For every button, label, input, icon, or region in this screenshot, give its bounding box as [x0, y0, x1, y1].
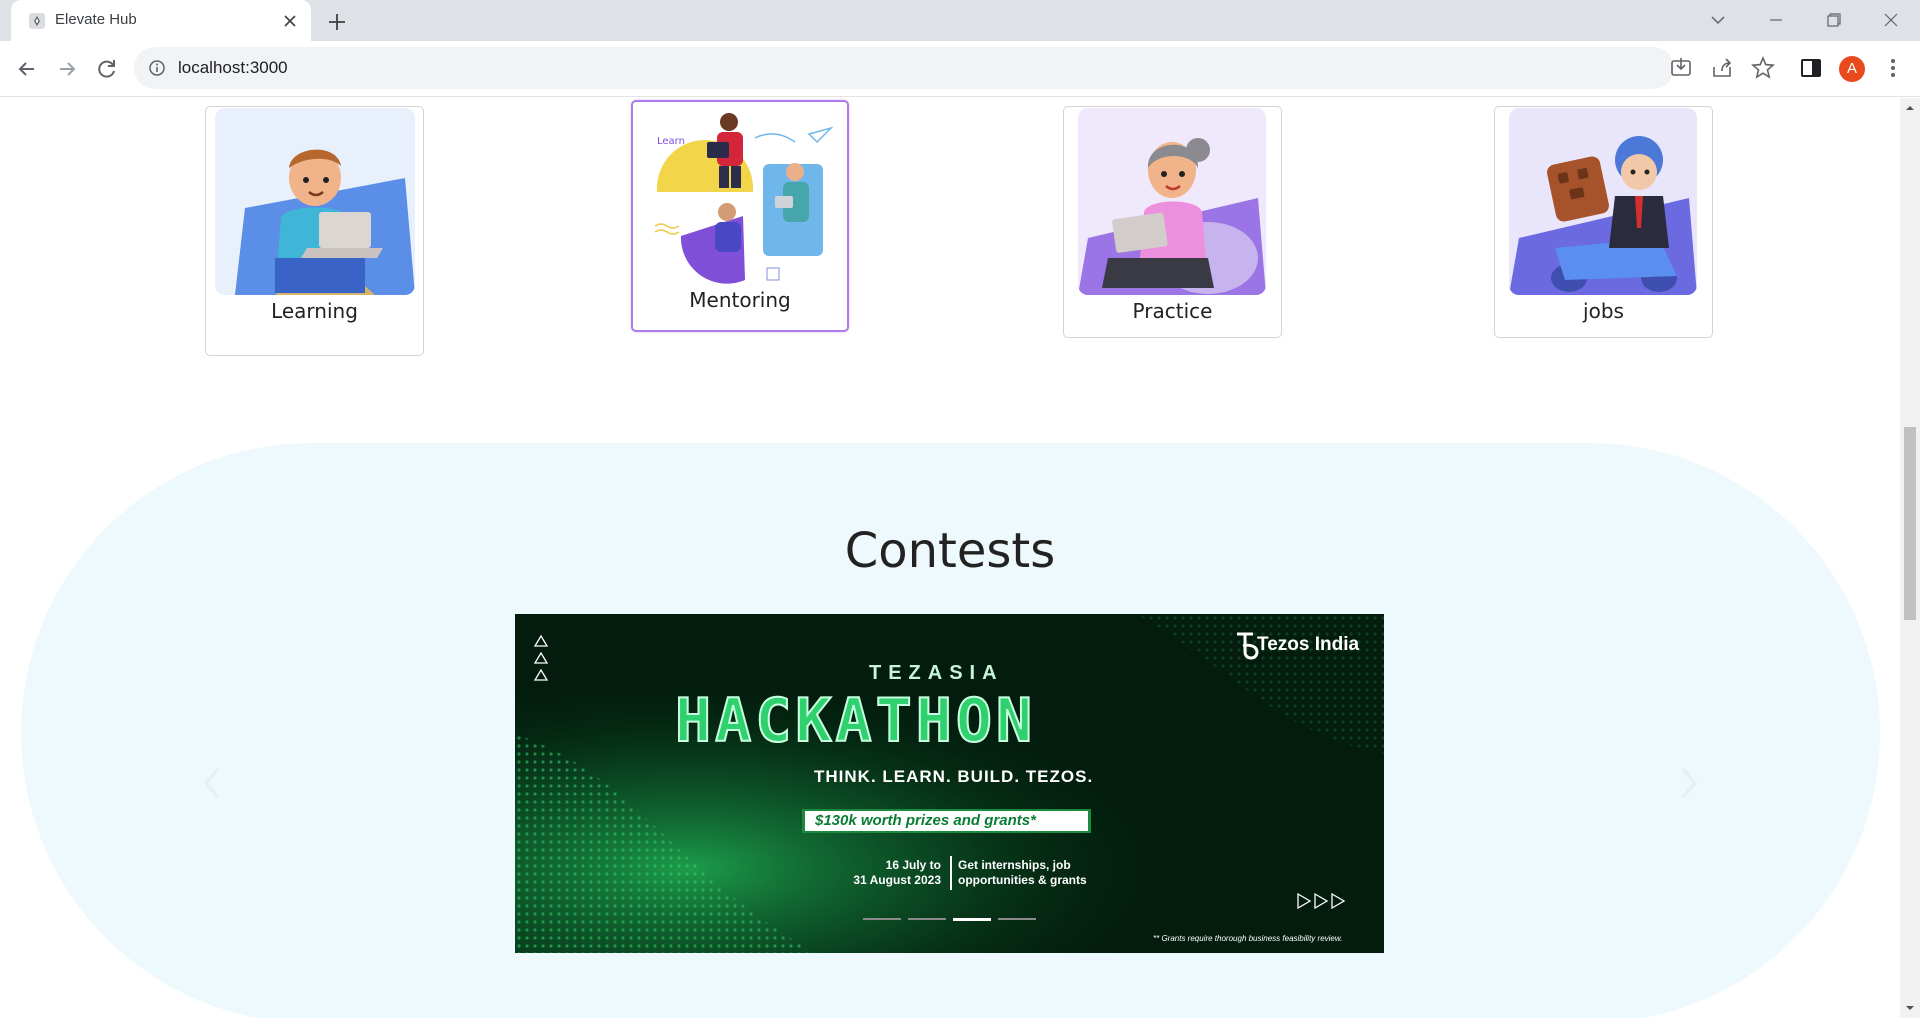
category-card-practice[interactable]: Practice: [1063, 106, 1282, 338]
browser-tab[interactable]: Elevate Hub: [11, 0, 311, 41]
mentoring-art-text: Learn: [657, 136, 685, 147]
banner-footnote: ** Grants require thorough business feas…: [1153, 934, 1343, 943]
share-icon[interactable]: [1709, 55, 1735, 81]
minimize-icon[interactable]: [1762, 8, 1790, 32]
install-icon[interactable]: [1668, 55, 1694, 81]
banner-eyebrow: TEZASIA: [869, 662, 1004, 684]
tab-title: Elevate Hub: [55, 11, 137, 28]
side-panel-icon[interactable]: [1798, 55, 1824, 81]
scroll-down-icon[interactable]: [1904, 1002, 1916, 1014]
favicon-icon: [29, 13, 45, 29]
scroll-thumb[interactable]: [1904, 427, 1916, 620]
category-card-learning[interactable]: Learning: [205, 106, 424, 356]
banner-tagline: THINK. LEARN. BUILD. TEZOS.: [814, 767, 1094, 786]
page-viewport: Learning Learn Mentoring Practice jobs C…: [0, 98, 1900, 1018]
category-label: Mentoring: [689, 288, 791, 312]
bookmark-star-icon[interactable]: [1750, 55, 1776, 81]
info-icon[interactable]: [148, 59, 166, 77]
banner-brand: Tezos India: [1257, 634, 1360, 655]
banner-perks-line2: opportunities & grants: [958, 873, 1087, 887]
page-scrollbar[interactable]: [1900, 98, 1920, 1018]
practice-illustration: [1078, 108, 1266, 295]
banner-perks-line1: Get internships, job: [958, 858, 1071, 872]
contest-banner[interactable]: Tezos India TEZASIA HACKATHON THINK. LEA…: [515, 614, 1384, 953]
browser-tabstrip: Elevate Hub: [0, 0, 1920, 41]
menu-kebab-icon[interactable]: [1880, 55, 1906, 81]
profile-avatar[interactable]: A: [1839, 56, 1865, 82]
carousel-next-icon[interactable]: [1673, 763, 1703, 803]
forward-icon[interactable]: [53, 55, 81, 83]
banner-dates-line1: 16 July to: [885, 858, 941, 872]
section-title: Contests: [844, 523, 1056, 579]
category-label: Practice: [1132, 299, 1213, 323]
new-tab-icon[interactable]: [325, 10, 349, 34]
close-window-icon[interactable]: [1877, 8, 1905, 32]
learning-illustration: [215, 108, 415, 295]
banner-headline: HACKATHON: [674, 685, 1037, 757]
category-label: Learning: [271, 299, 358, 323]
category-card-jobs[interactable]: jobs: [1494, 106, 1713, 338]
banner-dates-line2: 31 August 2023: [853, 873, 941, 887]
close-tab-icon[interactable]: [280, 11, 300, 31]
back-icon[interactable]: [13, 55, 41, 83]
mentoring-illustration: Learn: [645, 108, 837, 290]
browser-toolbar: localhost:3000 A: [0, 41, 1920, 97]
jobs-illustration: [1509, 108, 1697, 295]
address-bar[interactable]: localhost:3000: [134, 47, 1674, 89]
tab-search-icon[interactable]: [1704, 8, 1732, 32]
category-card-mentoring[interactable]: Learn Mentoring: [631, 100, 849, 332]
banner-prize: $130k worth prizes and grants*: [815, 812, 1036, 829]
url-text[interactable]: localhost:3000: [178, 58, 288, 78]
restore-icon[interactable]: [1819, 8, 1847, 32]
category-label: jobs: [1583, 299, 1624, 323]
carousel-prev-icon[interactable]: [198, 763, 228, 803]
scroll-up-icon[interactable]: [1904, 102, 1916, 114]
reload-icon[interactable]: [93, 55, 121, 83]
